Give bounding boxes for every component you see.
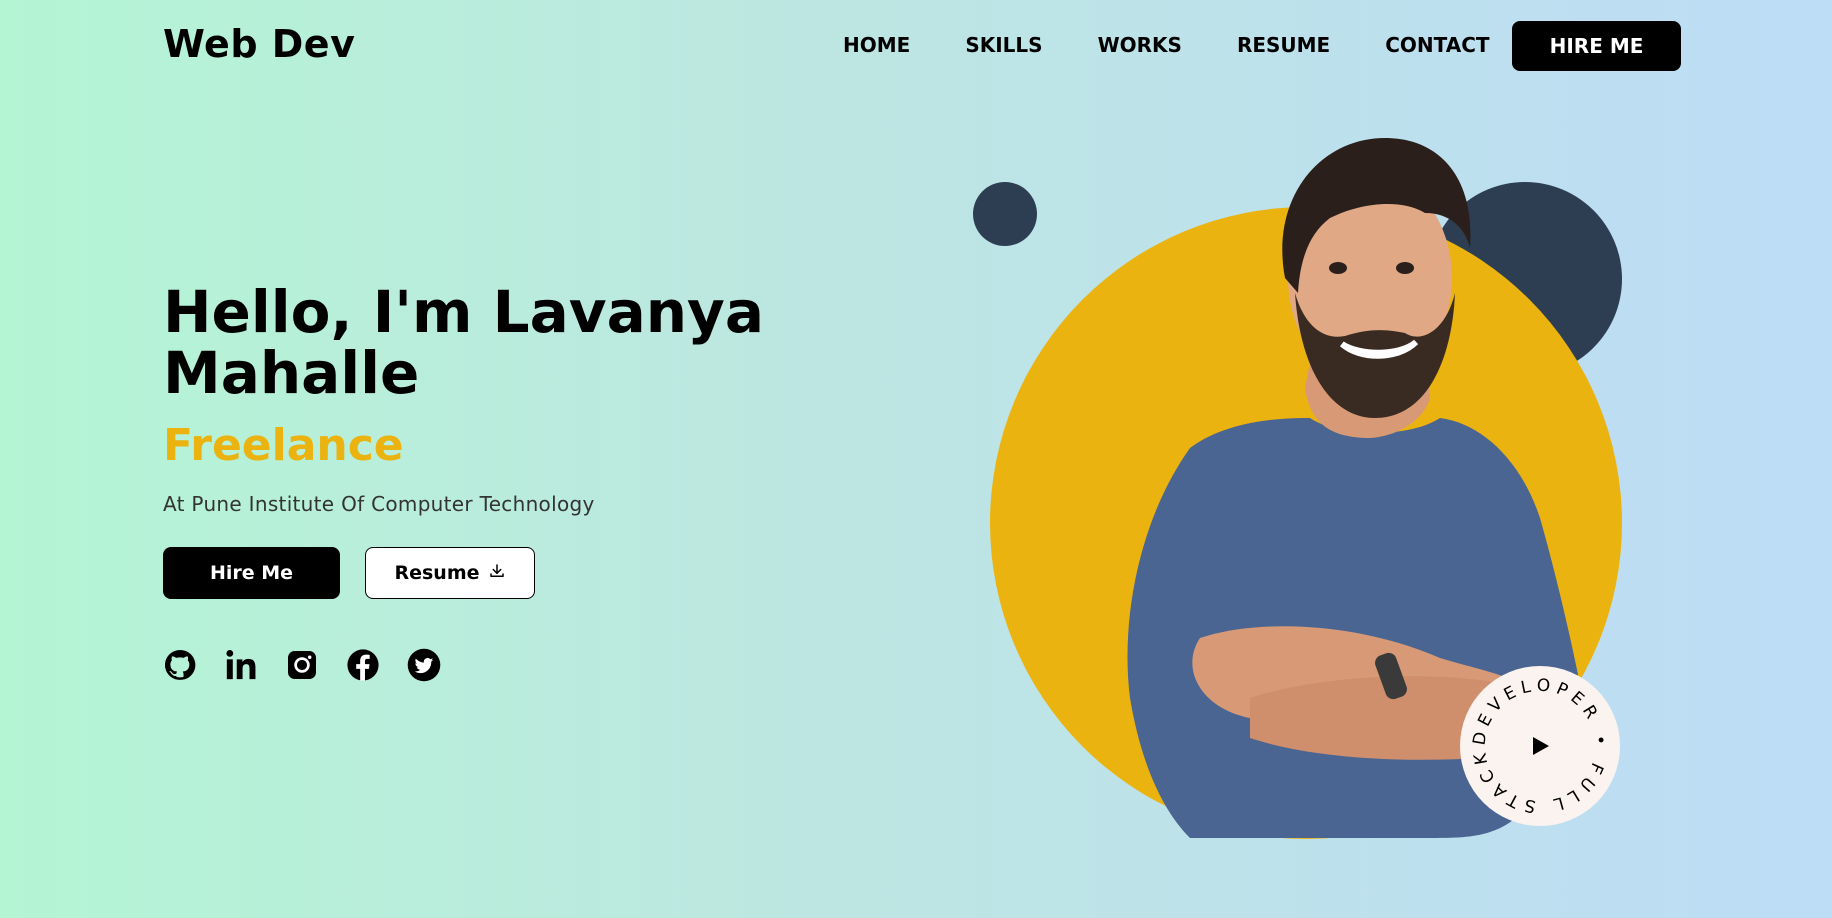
facebook-icon[interactable] — [346, 648, 380, 682]
twitter-icon[interactable] — [407, 648, 441, 682]
nav-hire-button[interactable]: HIRE ME — [1512, 21, 1681, 71]
resume-button-label: Resume — [394, 562, 480, 584]
nav-link-contact[interactable]: CONTACT — [1385, 33, 1489, 57]
linkedin-icon[interactable] — [224, 648, 258, 682]
play-icon[interactable] — [1528, 734, 1552, 758]
full-stack-badge[interactable]: DEVELOPER • FULL STACK — [1460, 666, 1620, 826]
download-icon — [488, 562, 506, 585]
nav-link-skills[interactable]: SKILLS — [965, 33, 1042, 57]
hire-me-button[interactable]: Hire Me — [163, 547, 340, 599]
instagram-icon[interactable] — [285, 648, 319, 682]
social-links — [163, 648, 441, 682]
hero-role: Freelance — [163, 420, 404, 471]
nav-link-works[interactable]: WORKS — [1098, 33, 1182, 57]
decor-circle-small — [973, 182, 1037, 246]
nav-link-resume[interactable]: RESUME — [1237, 33, 1330, 57]
hero-description: At Pune Institute Of Computer Technology — [163, 492, 595, 516]
nav-logo[interactable]: Web Dev — [163, 22, 355, 66]
hero-title: Hello, I'm Lavanya Mahalle — [163, 278, 764, 407]
nav-link-home[interactable]: HOME — [843, 33, 910, 57]
nav-links: HOME SKILLS WORKS RESUME CONTACT — [843, 33, 1545, 57]
github-icon[interactable] — [163, 648, 197, 682]
resume-button[interactable]: Resume — [365, 547, 535, 599]
